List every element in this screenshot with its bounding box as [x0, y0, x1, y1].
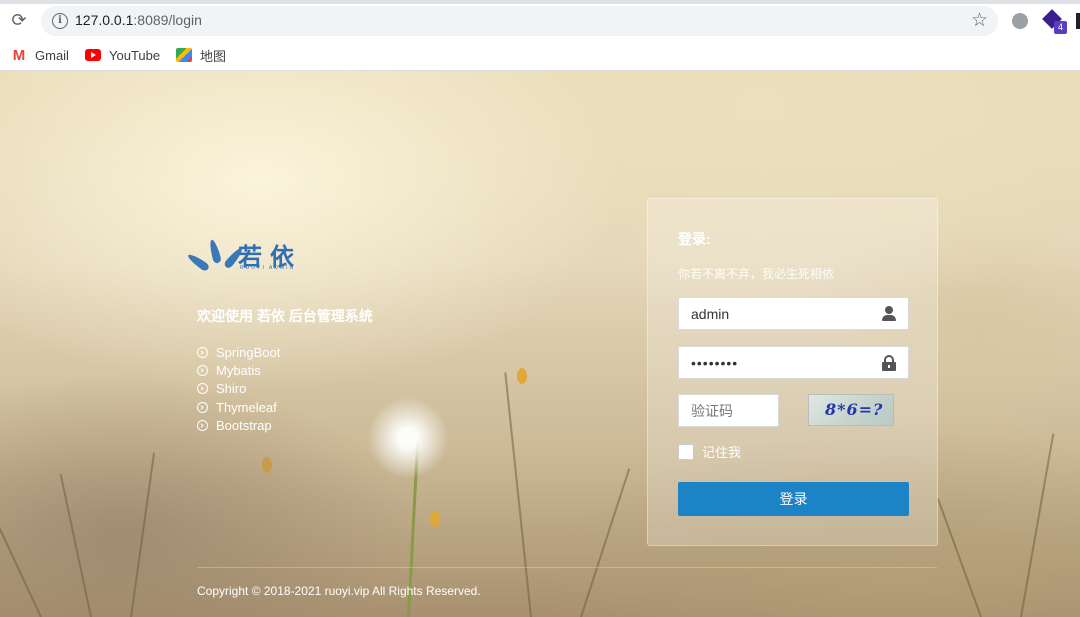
- extension-icon[interactable]: 4: [1042, 9, 1067, 34]
- remember-me[interactable]: 记住我: [678, 442, 741, 461]
- menu-edge-icon[interactable]: [1076, 13, 1080, 29]
- feature-item: Bootstrap: [197, 417, 280, 435]
- grass-decoration: [936, 498, 982, 617]
- bookmark-star-icon[interactable]: ☆: [971, 9, 988, 32]
- copyright-text: Copyright © 2018-2021 ruoyi.vip All Righ…: [197, 584, 481, 598]
- username-input[interactable]: [678, 297, 909, 330]
- grass-decoration: [59, 473, 92, 617]
- feature-label: Mybatis: [216, 363, 261, 379]
- grass-decoration: [0, 502, 42, 617]
- arrow-circle-icon: [197, 420, 208, 432]
- remember-checkbox[interactable]: [678, 443, 694, 460]
- grass-decoration: [1020, 433, 1055, 617]
- login-form: 登录: 你若不离不弃，我必生死相依 8*6=? 记住我 登录: [647, 198, 938, 546]
- grass-decoration: [580, 468, 631, 617]
- dandelion-decoration: [368, 398, 448, 478]
- feature-item: SpringBoot: [197, 343, 280, 361]
- feature-item: Mybatis: [197, 361, 280, 379]
- youtube-icon: [85, 49, 101, 61]
- login-subtitle: 你若不离不弃，我必生死相依: [678, 267, 835, 281]
- captcha-image[interactable]: 8*6=?: [808, 394, 894, 426]
- feature-label: Thymeleaf: [216, 399, 277, 415]
- arrow-circle-icon: [197, 365, 208, 377]
- logo-leaf-icon: [186, 251, 211, 273]
- feature-label: Bootstrap: [216, 418, 272, 434]
- bookmark-youtube[interactable]: YouTube: [85, 46, 160, 64]
- flower-decoration: [262, 457, 272, 473]
- feature-label: Shiro: [216, 381, 247, 397]
- url-path: :8089/login: [133, 12, 202, 28]
- lock-icon: [881, 355, 897, 371]
- grass-decoration: [130, 452, 156, 617]
- address-bar[interactable]: i 127.0.0.1:8089/login ☆: [41, 6, 998, 36]
- footer-divider: [197, 567, 937, 568]
- maps-icon: [176, 48, 192, 62]
- profile-avatar-icon[interactable]: [1012, 13, 1028, 29]
- url-host: 127.0.0.1: [75, 12, 134, 28]
- feature-item: Thymeleaf: [197, 398, 280, 416]
- tab-strip-edge: [0, 0, 1080, 4]
- logo-subtext: RUOYI ADMIN: [240, 265, 296, 271]
- site-info-icon[interactable]: i: [52, 13, 68, 29]
- captcha-input[interactable]: [678, 394, 779, 427]
- browser-toolbar: ⟳ i 127.0.0.1:8089/login ☆ 4: [0, 0, 1080, 40]
- remember-label: 记住我: [702, 445, 742, 460]
- ruoyi-logo: 若依 RUOYI ADMIN: [186, 237, 310, 273]
- extension-badge: 4: [1054, 21, 1067, 34]
- bookmark-maps[interactable]: 地图: [176, 46, 226, 64]
- login-page: 若依 RUOYI ADMIN 欢迎使用 若依 后台管理系统 SpringBoot…: [0, 71, 1080, 617]
- login-title: 登录:: [678, 231, 711, 247]
- bookmark-label: Gmail: [35, 47, 69, 63]
- feature-item: Shiro: [197, 380, 280, 398]
- logo-leaf-icon: [207, 238, 222, 265]
- captcha-text: 8*6=?: [825, 400, 884, 419]
- user-icon: [881, 306, 897, 322]
- bookmark-gmail[interactable]: M Gmail: [11, 46, 69, 64]
- feature-label: SpringBoot: [216, 344, 281, 360]
- grass-decoration: [504, 372, 532, 617]
- welcome-heading: 欢迎使用 若依 后台管理系统: [197, 308, 373, 324]
- bookmark-label: 地图: [200, 48, 227, 64]
- password-input[interactable]: [678, 346, 909, 379]
- arrow-circle-icon: [197, 346, 208, 358]
- login-button[interactable]: 登录: [678, 482, 909, 516]
- url-text[interactable]: 127.0.0.1:8089/login: [75, 12, 202, 28]
- bookmark-label: YouTube: [109, 47, 161, 63]
- bookmarks-bar: M Gmail YouTube 地图: [0, 40, 1080, 71]
- arrow-circle-icon: [197, 383, 208, 395]
- reload-icon[interactable]: ⟳: [8, 9, 30, 31]
- gmail-icon: M: [12, 46, 26, 64]
- flower-decoration: [430, 511, 440, 527]
- flower-decoration: [517, 368, 527, 384]
- feature-list: SpringBoot Mybatis Shiro Thymeleaf Boots…: [197, 343, 280, 435]
- arrow-circle-icon: [197, 401, 208, 413]
